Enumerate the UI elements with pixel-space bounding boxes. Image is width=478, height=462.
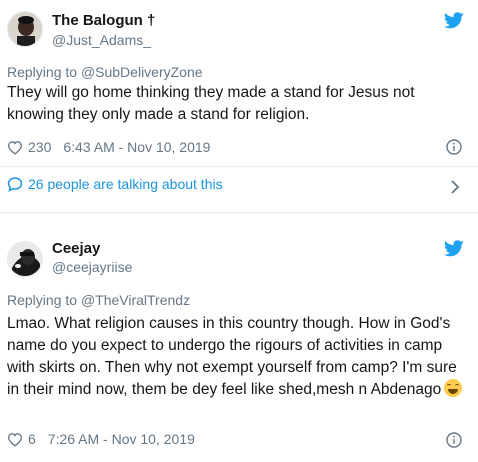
info-icon[interactable] — [446, 139, 462, 155]
timestamp[interactable]: 7:26 AM - Nov 10, 2019 — [48, 431, 195, 447]
info-icon[interactable] — [446, 432, 462, 448]
replying-to-mention[interactable]: @SubDeliveryZone — [81, 64, 203, 80]
heart-icon[interactable] — [7, 140, 23, 155]
replying-to-label: Replying to — [7, 64, 78, 80]
like-count[interactable]: 230 — [28, 139, 51, 155]
talking-about-text: 26 people are talking about this — [28, 176, 223, 192]
tweet-separator — [0, 212, 478, 227]
replying-to-line: Replying to @SubDeliveryZone — [7, 64, 203, 80]
tweet-text: Lmao. What religion causes in this count… — [7, 313, 467, 401]
avatar[interactable] — [7, 241, 43, 277]
heart-icon[interactable] — [7, 432, 23, 447]
tweet-meta: 230 6:43 AM - Nov 10, 2019 — [7, 139, 210, 155]
user-handle[interactable]: @Just_Adams_ — [52, 32, 151, 48]
display-name[interactable]: The Balogun † — [52, 12, 155, 29]
tweet-meta: 6 7:26 AM - Nov 10, 2019 — [7, 431, 195, 447]
grinning-face-emoji — [444, 379, 463, 397]
replying-to-label: Replying to — [7, 292, 78, 308]
tweet-text: They will go home thinking they made a s… — [7, 84, 415, 123]
tweet-text-body: Lmao. What religion causes in this count… — [7, 315, 457, 398]
user-handle[interactable]: @ceejayriise — [52, 259, 132, 275]
timestamp[interactable]: 6:43 AM - Nov 10, 2019 — [63, 139, 210, 155]
avatar[interactable] — [7, 11, 43, 47]
display-name[interactable]: Ceejay — [52, 240, 100, 257]
tweet-card-balogun: The Balogun † @Just_Adams_ Replying to @… — [0, 0, 478, 212]
talking-about-link[interactable]: 26 people are talking about this — [7, 176, 223, 192]
replying-to-mention[interactable]: @TheViralTrendz — [81, 292, 190, 308]
speech-bubble-icon — [7, 177, 23, 192]
divider — [0, 166, 478, 167]
tweet-card-ceejay: Ceejay @ceejayriise Replying to @TheVira… — [0, 226, 478, 462]
twitter-bird-icon[interactable] — [444, 12, 464, 29]
like-count[interactable]: 6 — [28, 431, 36, 447]
twitter-bird-icon[interactable] — [444, 240, 464, 257]
replying-to-line: Replying to @TheViralTrendz — [7, 292, 190, 308]
chevron-right-icon[interactable] — [450, 180, 460, 194]
